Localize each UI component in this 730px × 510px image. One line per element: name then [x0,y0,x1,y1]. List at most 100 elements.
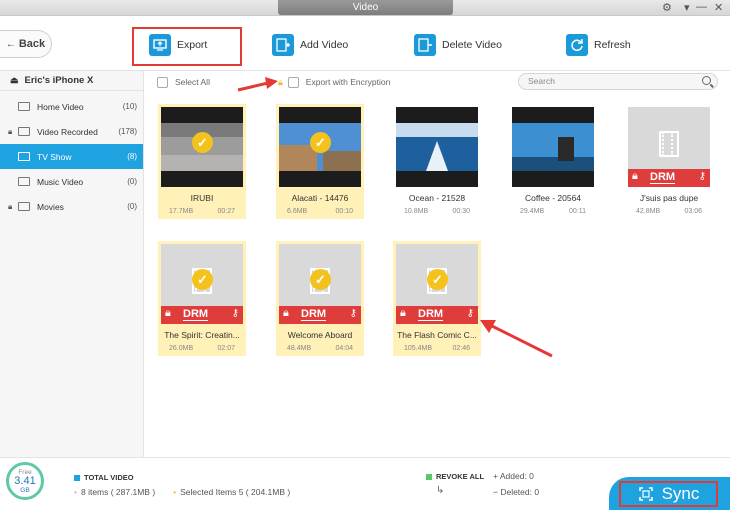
gear-icon[interactable]: ⚙ [662,1,672,14]
minimize-icon[interactable]: ▾ [684,1,690,14]
free-value: 3.41 [14,474,36,487]
sidebar: ⏏ Eric's iPhone X Home Video (10) 🔒︎ Vid… [0,71,144,457]
video-card[interactable]: ✓ Alacati - 14476 6.6MB 00:10 [276,104,364,219]
total-video: TOTAL VIDEO [74,473,134,482]
video-card[interactable]: Coffee - 20564 29.4MB 00:11 [509,104,597,219]
drm-badge: 🔒︎ DRM ⚷ [161,306,243,324]
sidebar-item-label: Movies [37,201,64,212]
back-arrow-icon: ← [5,38,16,50]
window-title: Video [278,0,453,15]
video-card[interactable]: ✓ 🔒︎ DRM ⚷ The Spirit: Creatin... 26.0MB… [158,241,246,356]
movies-icon [18,202,30,211]
search-input[interactable]: Search [518,73,718,90]
tv-show-icon [18,152,30,161]
video-thumbnail [512,107,594,187]
device-name: Eric's iPhone X [24,75,94,86]
video-title: The Spirit: Creatin... [164,330,240,340]
delete-video-icon [414,34,436,56]
eject-icon[interactable]: ⏏ [10,75,19,86]
drm-label: DRM [183,308,209,321]
video-thumbnail [396,107,478,187]
revoke-all-button[interactable]: REVOKE ALL [426,472,484,481]
select-all-checkbox[interactable]: Select All [157,75,210,89]
drm-label: DRM [418,308,444,321]
refresh-label: Refresh [594,39,631,51]
video-title: Coffee - 20564 [524,193,582,203]
selected-count: Selected Items 5 ( 204.1MB ) [180,487,291,497]
added-count: + Added: 0 [493,471,534,481]
video-card[interactable]: ✓ 🔒︎ DRM ⚷ Welcome Aboard 48.4MB 04:04 [276,241,364,356]
check-icon: ✓ [192,269,213,290]
lock-icon: 🔒︎ [8,126,13,136]
check-icon: ✓ [192,132,213,153]
sidebar-item-count: (0) [127,177,137,186]
video-grid-panel: Select All 🔒︎ Export with Encryption Sea… [145,71,730,457]
sync-highlight-box[interactable]: Sync [619,481,718,507]
revoke-all-label: REVOKE ALL [436,472,485,481]
minimize-button[interactable]: — [696,1,707,13]
key-icon: ⚷ [698,171,706,182]
video-size: 105.4MB [404,345,433,352]
video-duration: 00:27 [217,208,235,215]
items-summary: • 8 items ( 287.1MB ) • Selected Items 5… [74,487,291,497]
delete-video-label: Delete Video [442,39,502,51]
video-duration: 02:46 [452,345,470,352]
delete-video-button[interactable]: Delete Video [414,32,502,58]
checkbox[interactable] [157,76,168,88]
title-bar: Video ⚙ ▾ — ✕ [0,0,730,16]
video-thumbnail: ✓ 🔒︎ DRM ⚷ [161,244,243,324]
sidebar-item-home-video[interactable]: Home Video (10) [0,94,143,119]
video-title: The Flash Comic C... [397,330,477,340]
video-card[interactable]: ✓ IRUBI 17.7MB 00:27 [158,104,246,219]
key-icon: ⚷ [231,308,239,319]
sidebar-item-tv-show[interactable]: TV Show (8) [0,144,143,169]
back-label: Back [18,38,46,50]
add-video-button[interactable]: Add Video [272,32,348,58]
lock-icon: 🔒︎ [165,307,171,319]
export-highlight-box [132,27,242,66]
lock-icon: 🔒︎ [400,307,406,319]
close-icon[interactable]: ✕ [714,1,723,14]
checkbox[interactable] [287,76,299,88]
sidebar-item-movies[interactable]: 🔒︎ Movies (0) [0,194,143,219]
storage-gauge: Free 3.41 GB [6,462,44,500]
video-size: 48.4MB [287,345,312,352]
key-icon: ⚷ [349,308,357,319]
sidebar-item-video-recorded[interactable]: 🔒︎ Video Recorded (178) [0,119,143,144]
home-video-icon [18,102,30,111]
check-icon: ✓ [427,269,448,290]
deleted-count: − Deleted: 0 [493,487,540,497]
total-video-swatch [74,474,80,481]
video-duration: 00:11 [569,208,586,215]
total-video-label: TOTAL VIDEO [84,473,134,482]
video-duration: 00:30 [452,208,470,215]
video-duration: 00:10 [335,208,353,215]
status-footer: Free 3.41 GB TOTAL VIDEO • 8 items ( 287… [0,457,730,510]
video-duration: 03:06 [684,208,702,215]
check-icon: ✓ [310,269,331,290]
video-title: J'suis pas dupe [639,193,699,203]
video-size: 6.6MB [287,208,308,215]
video-card[interactable]: ✓ 🔒︎ DRM ⚷ The Flash Comic C... 105.4MB 0… [393,241,481,356]
video-card[interactable]: 🔒︎ DRM ⚷ J'suis pas dupe 42.8MB 03:06 [625,104,713,219]
video-card[interactable]: Ocean - 21528 10.8MB 00:30 [393,104,481,219]
sidebar-item-label: Music Video [37,176,84,187]
device-selector[interactable]: ⏏ Eric's iPhone X [0,71,143,91]
video-size: 17.7MB [169,208,194,215]
export-encryption-checkbox[interactable]: 🔒︎ Export with Encryption [278,75,390,89]
video-size: 10.8MB [404,208,429,215]
sidebar-item-count: (8) [127,152,137,161]
video-title: IRUBI [190,193,214,203]
sidebar-item-count: (10) [122,102,137,111]
items-count: 8 items ( 287.1MB ) [80,487,156,497]
toolbar: ← Back Export Add Video Delete Video Ref… [0,16,730,71]
sidebar-item-label: TV Show [37,151,72,162]
drm-label: DRM [301,308,327,321]
sidebar-item-music-video[interactable]: Music Video (0) [0,169,143,194]
add-video-label: Add Video [300,39,349,51]
search-icon[interactable] [702,76,711,85]
video-title: Alacati - 14476 [291,193,349,203]
drm-label: DRM [650,171,676,184]
back-button[interactable]: ← Back [0,30,52,58]
refresh-button[interactable]: Refresh [566,32,631,58]
